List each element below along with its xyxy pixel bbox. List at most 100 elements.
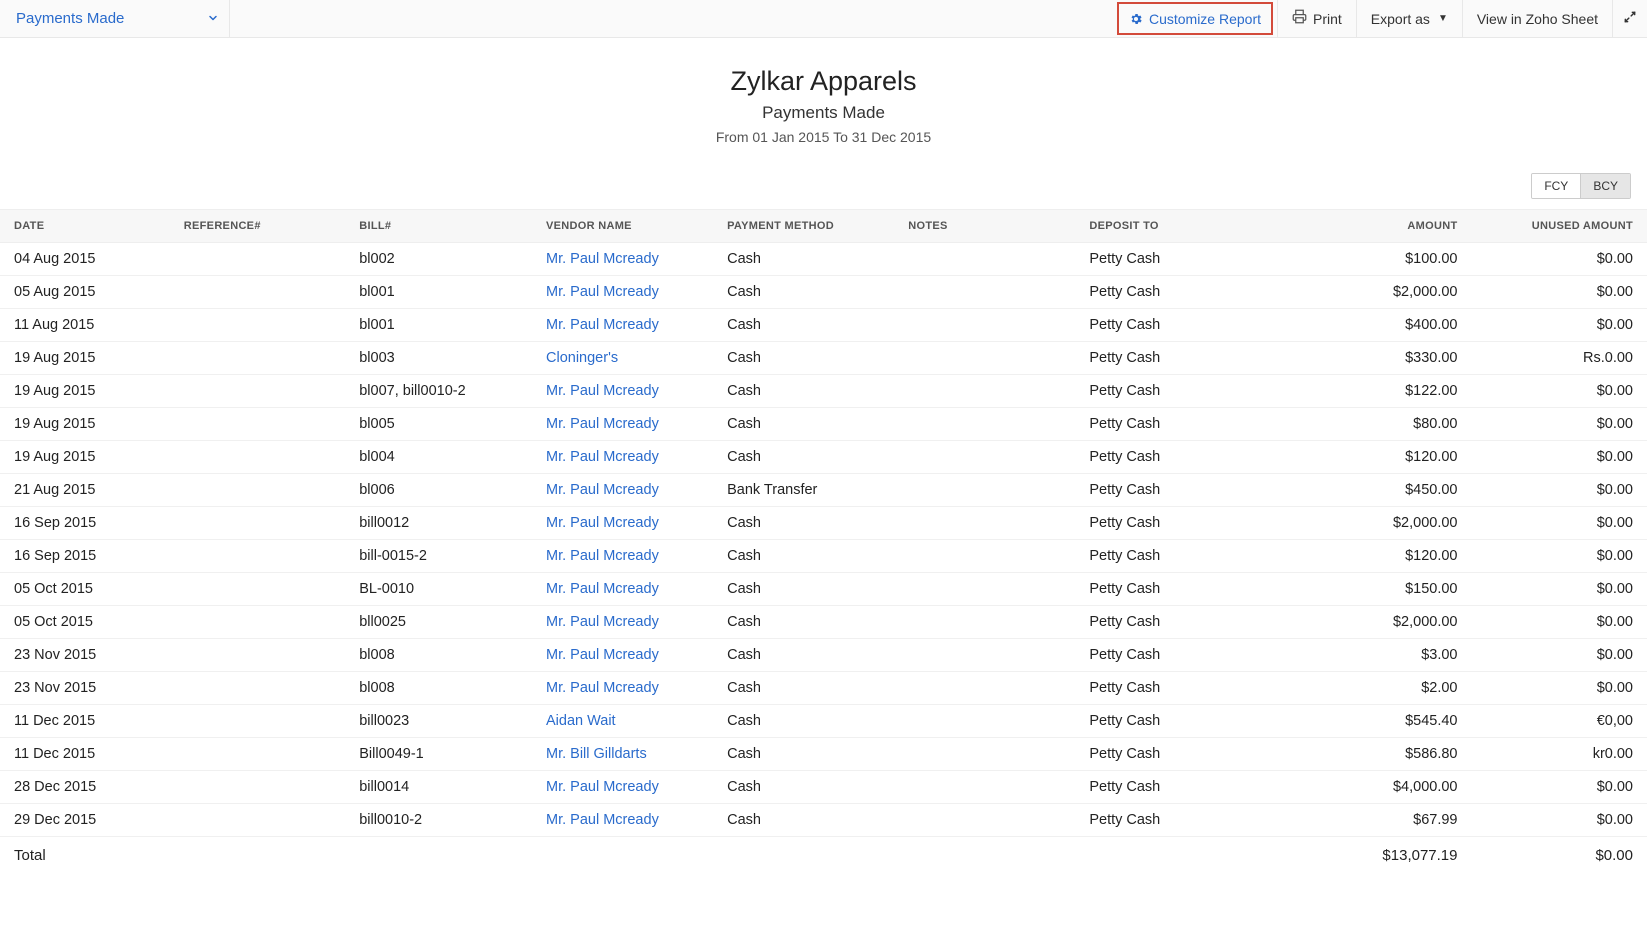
col-method[interactable]: PAYMENT METHOD xyxy=(713,210,894,243)
cell-vendor: Mr. Paul Mcready xyxy=(532,540,713,573)
col-amount[interactable]: AMOUNT xyxy=(1290,210,1471,243)
col-bill[interactable]: BILL# xyxy=(345,210,532,243)
cell-vendor: Mr. Paul Mcready xyxy=(532,507,713,540)
bcy-button[interactable]: BCY xyxy=(1580,174,1630,198)
table-row[interactable]: 11 Dec 2015Bill0049-1Mr. Bill GilldartsC… xyxy=(0,738,1647,771)
table-row[interactable]: 19 Aug 2015bl004Mr. Paul McreadyCashPett… xyxy=(0,441,1647,474)
table-row[interactable]: 23 Nov 2015bl008Mr. Paul McreadyCashPett… xyxy=(0,672,1647,705)
vendor-link[interactable]: Mr. Paul Mcready xyxy=(546,581,659,597)
toolbar: Payments Made Customize Report Print Exp… xyxy=(0,0,1647,38)
cell-amount: $120.00 xyxy=(1290,540,1471,573)
vendor-link[interactable]: Mr. Paul Mcready xyxy=(546,482,659,498)
cell-reference xyxy=(170,639,345,672)
cell-unused: €0,00 xyxy=(1472,705,1647,738)
table-row[interactable]: 16 Sep 2015bill-0015-2Mr. Paul McreadyCa… xyxy=(0,540,1647,573)
print-button[interactable]: Print xyxy=(1277,0,1356,37)
expand-icon xyxy=(1623,10,1637,27)
vendor-link[interactable]: Mr. Paul Mcready xyxy=(546,779,659,795)
cell-deposit: Petty Cash xyxy=(1075,705,1290,738)
cell-unused: $0.00 xyxy=(1472,408,1647,441)
col-reference[interactable]: REFERENCE# xyxy=(170,210,345,243)
cell-amount: $400.00 xyxy=(1290,309,1471,342)
cell-bill: bl001 xyxy=(345,309,532,342)
table-row[interactable]: 04 Aug 2015bl002Mr. Paul McreadyCashPett… xyxy=(0,243,1647,276)
cell-reference xyxy=(170,705,345,738)
cell-reference xyxy=(170,243,345,276)
fcy-button[interactable]: FCY xyxy=(1532,174,1580,198)
col-notes[interactable]: NOTES xyxy=(894,210,1075,243)
table-row[interactable]: 21 Aug 2015bl006Mr. Paul McreadyBank Tra… xyxy=(0,474,1647,507)
table-row[interactable]: 05 Oct 2015bll0025Mr. Paul McreadyCashPe… xyxy=(0,606,1647,639)
cell-date: 05 Aug 2015 xyxy=(0,276,170,309)
cell-amount: $120.00 xyxy=(1290,441,1471,474)
vendor-link[interactable]: Mr. Paul Mcready xyxy=(546,614,659,630)
cell-date: 28 Dec 2015 xyxy=(0,771,170,804)
customize-report-button[interactable]: Customize Report xyxy=(1117,2,1273,35)
cell-amount: $2.00 xyxy=(1290,672,1471,705)
cell-amount: $67.99 xyxy=(1290,804,1471,837)
col-vendor[interactable]: VENDOR NAME xyxy=(532,210,713,243)
cell-vendor: Mr. Paul Mcready xyxy=(532,639,713,672)
table-row[interactable]: 19 Aug 2015bl007, bill0010-2Mr. Paul Mcr… xyxy=(0,375,1647,408)
cell-deposit: Petty Cash xyxy=(1075,738,1290,771)
table-row[interactable]: 05 Oct 2015BL-0010Mr. Paul McreadyCashPe… xyxy=(0,573,1647,606)
cell-method: Cash xyxy=(713,276,894,309)
total-unused: $0.00 xyxy=(1472,837,1647,875)
table-row[interactable]: 16 Sep 2015bill0012Mr. Paul McreadyCashP… xyxy=(0,507,1647,540)
table-row[interactable]: 29 Dec 2015bill0010-2Mr. Paul McreadyCas… xyxy=(0,804,1647,837)
total-label: Total xyxy=(0,837,170,875)
table-body: 04 Aug 2015bl002Mr. Paul McreadyCashPett… xyxy=(0,243,1647,837)
table-row[interactable]: 28 Dec 2015bill0014Mr. Paul McreadyCashP… xyxy=(0,771,1647,804)
currency-toggle-group: FCY BCY xyxy=(1531,173,1631,199)
vendor-link[interactable]: Mr. Paul Mcready xyxy=(546,680,659,696)
cell-notes xyxy=(894,639,1075,672)
table-row[interactable]: 05 Aug 2015bl001Mr. Paul McreadyCashPett… xyxy=(0,276,1647,309)
report-header: Zylkar Apparels Payments Made From 01 Ja… xyxy=(0,38,1647,161)
col-unused[interactable]: UNUSED AMOUNT xyxy=(1472,210,1647,243)
vendor-link[interactable]: Cloninger's xyxy=(546,350,618,366)
vendor-link[interactable]: Mr. Bill Gilldarts xyxy=(546,746,647,762)
cell-deposit: Petty Cash xyxy=(1075,375,1290,408)
cell-deposit: Petty Cash xyxy=(1075,243,1290,276)
cell-bill: BL-0010 xyxy=(345,573,532,606)
cell-vendor: Cloninger's xyxy=(532,342,713,375)
cell-vendor: Mr. Paul Mcready xyxy=(532,606,713,639)
cell-notes xyxy=(894,441,1075,474)
vendor-link[interactable]: Mr. Paul Mcready xyxy=(546,449,659,465)
cell-vendor: Mr. Paul Mcready xyxy=(532,441,713,474)
cell-amount: $450.00 xyxy=(1290,474,1471,507)
cell-unused: $0.00 xyxy=(1472,771,1647,804)
table-row[interactable]: 19 Aug 2015bl005Mr. Paul McreadyCashPett… xyxy=(0,408,1647,441)
table-row[interactable]: 23 Nov 2015bl008Mr. Paul McreadyCashPett… xyxy=(0,639,1647,672)
view-in-zoho-sheet-button[interactable]: View in Zoho Sheet xyxy=(1462,0,1612,37)
export-button[interactable]: Export as ▼ xyxy=(1356,0,1462,37)
cell-date: 19 Aug 2015 xyxy=(0,375,170,408)
vendor-link[interactable]: Mr. Paul Mcready xyxy=(546,416,659,432)
cell-bill: bill0012 xyxy=(345,507,532,540)
vendor-link[interactable]: Mr. Paul Mcready xyxy=(546,647,659,663)
vendor-link[interactable]: Mr. Paul Mcready xyxy=(546,251,659,267)
cell-notes xyxy=(894,738,1075,771)
vendor-link[interactable]: Mr. Paul Mcready xyxy=(546,383,659,399)
table-row[interactable]: 11 Aug 2015bl001Mr. Paul McreadyCashPett… xyxy=(0,309,1647,342)
vendor-link[interactable]: Mr. Paul Mcready xyxy=(546,812,659,828)
vendor-link[interactable]: Mr. Paul Mcready xyxy=(546,548,659,564)
table-row[interactable]: 11 Dec 2015bill0023Aidan WaitCashPetty C… xyxy=(0,705,1647,738)
cell-vendor: Mr. Paul Mcready xyxy=(532,243,713,276)
col-date[interactable]: DATE xyxy=(0,210,170,243)
table-row[interactable]: 19 Aug 2015bl003Cloninger'sCashPetty Cas… xyxy=(0,342,1647,375)
col-deposit[interactable]: DEPOSIT TO xyxy=(1075,210,1290,243)
vendor-link[interactable]: Mr. Paul Mcready xyxy=(546,515,659,531)
cell-reference xyxy=(170,309,345,342)
cell-method: Cash xyxy=(713,606,894,639)
vendor-link[interactable]: Mr. Paul Mcready xyxy=(546,284,659,300)
cell-amount: $2,000.00 xyxy=(1290,507,1471,540)
cell-notes xyxy=(894,243,1075,276)
vendor-link[interactable]: Mr. Paul Mcready xyxy=(546,317,659,333)
cell-deposit: Petty Cash xyxy=(1075,507,1290,540)
fullscreen-button[interactable] xyxy=(1612,0,1647,37)
cell-reference xyxy=(170,276,345,309)
report-selector[interactable]: Payments Made xyxy=(0,0,230,37)
cell-notes xyxy=(894,276,1075,309)
vendor-link[interactable]: Aidan Wait xyxy=(546,713,616,729)
